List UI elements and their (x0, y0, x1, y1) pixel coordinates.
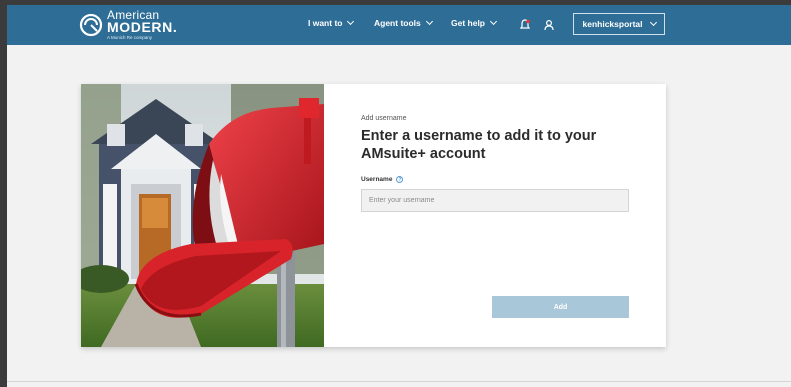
add-username-card: Add username Enter a username to add it … (81, 84, 666, 347)
notification-bell-icon[interactable] (518, 18, 532, 32)
add-button[interactable]: Add (492, 296, 629, 318)
account-menu-button[interactable]: kenhicksportal (573, 13, 665, 35)
info-icon[interactable]: ? (396, 176, 404, 183)
mailbox-illustration (81, 84, 324, 347)
nav-agent-tools[interactable]: Agent tools (374, 17, 433, 28)
account-username: kenhicksportal (582, 19, 643, 29)
nav-i-want-to-label: I want to (308, 18, 343, 28)
nav-agent-tools-label: Agent tools (374, 18, 421, 28)
username-label: Username ? (361, 176, 404, 183)
username-input[interactable] (361, 189, 629, 212)
brand-tagline: A Munich Re company (107, 35, 153, 41)
add-username-form: Add username Enter a username to add it … (361, 84, 651, 347)
nav-i-want-to[interactable]: I want to (308, 17, 355, 28)
brand-wordmark: American MODERN. A Munich Re company (107, 9, 177, 41)
chevron-down-icon (489, 17, 498, 26)
mailbox-photo (81, 84, 324, 347)
form-eyebrow: Add username (361, 115, 407, 122)
brand-line2: MODERN. (107, 19, 178, 36)
username-label-text: Username (361, 176, 393, 183)
top-navbar: American MODERN. A Munich Re company I w… (7, 5, 791, 45)
form-heading: Enter a username to add it to your AMsui… (361, 128, 597, 162)
nav-get-help[interactable]: Get help (451, 17, 498, 28)
footer-divider (7, 381, 791, 382)
chevron-down-icon (347, 17, 355, 26)
nav-get-help-label: Get help (451, 18, 486, 28)
chevron-down-icon (425, 17, 433, 26)
brand-mark-icon (79, 13, 103, 37)
chevron-down-icon (649, 18, 657, 27)
brand-logo[interactable]: American MODERN. A Munich Re company (79, 9, 177, 41)
window-frame-left (0, 0, 7, 387)
user-icon[interactable] (542, 18, 556, 32)
